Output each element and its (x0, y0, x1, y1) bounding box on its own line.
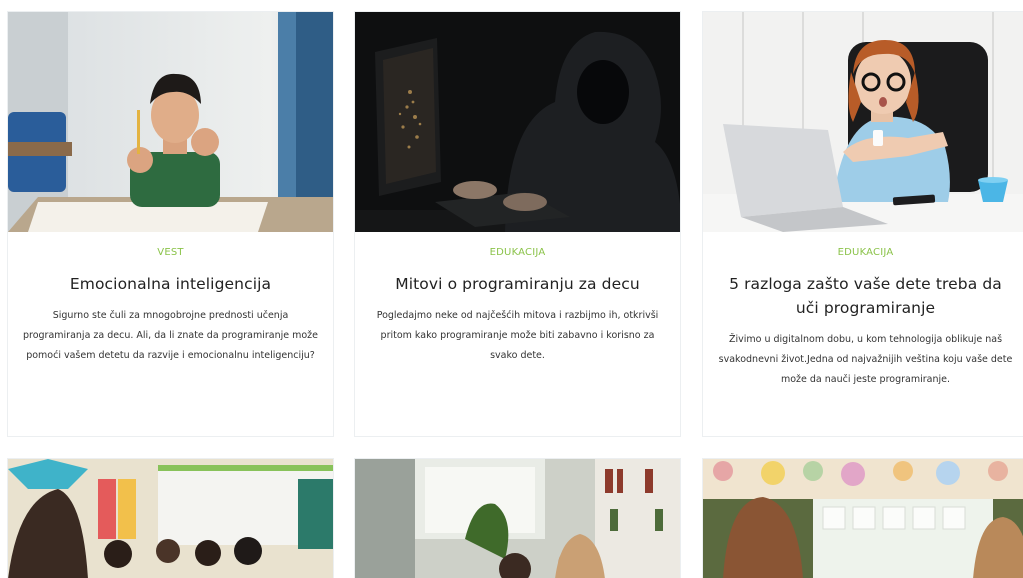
blog-card-board[interactable] (702, 458, 1023, 578)
card-image-girl[interactable] (703, 12, 1023, 232)
blog-card-5-razloga[interactable]: EDUKACIJA 5 razloga zašto vaše dete treb… (702, 11, 1023, 437)
card-image-classroom[interactable] (8, 459, 333, 578)
card-title[interactable]: 5 razloga zašto vaše dete treba da uči p… (717, 272, 1014, 320)
card-excerpt: Živimo u digitalnom dobu, u kom tehnolog… (718, 334, 1013, 385)
card-excerpt: Pogledajmo neke od najčešćih mitova i ra… (376, 310, 659, 361)
card-image-board[interactable] (703, 459, 1023, 578)
card-category[interactable]: VEST (8, 247, 333, 258)
card-image-boy[interactable] (8, 12, 333, 232)
library-photo-illustration (355, 459, 680, 578)
classroom-photo-illustration (8, 459, 333, 578)
boy-photo-illustration (8, 12, 333, 232)
card-image-library[interactable] (355, 459, 680, 578)
card-image-hacker[interactable] (355, 12, 680, 232)
blog-card-mitovi[interactable]: EDUKACIJA Mitovi o programiranju za decu… (354, 11, 681, 437)
card-title[interactable]: Emocionalna inteligencija (22, 272, 319, 296)
card-category[interactable]: EDUKACIJA (355, 247, 680, 258)
card-excerpt: Sigurno ste čuli za mnogobrojne prednost… (22, 310, 319, 361)
girl-photo-illustration (703, 12, 1023, 232)
card-title[interactable]: Mitovi o programiranju za decu (369, 272, 666, 296)
hacker-photo-illustration (355, 12, 680, 232)
blog-card-emocionalna[interactable]: VEST Emocionalna inteligencija Sigurno s… (7, 11, 334, 437)
card-category[interactable]: EDUKACIJA (703, 247, 1023, 258)
blog-card-library[interactable] (354, 458, 681, 578)
blog-card-classroom[interactable] (7, 458, 334, 578)
classroom-board-photo-illustration (703, 459, 1023, 578)
